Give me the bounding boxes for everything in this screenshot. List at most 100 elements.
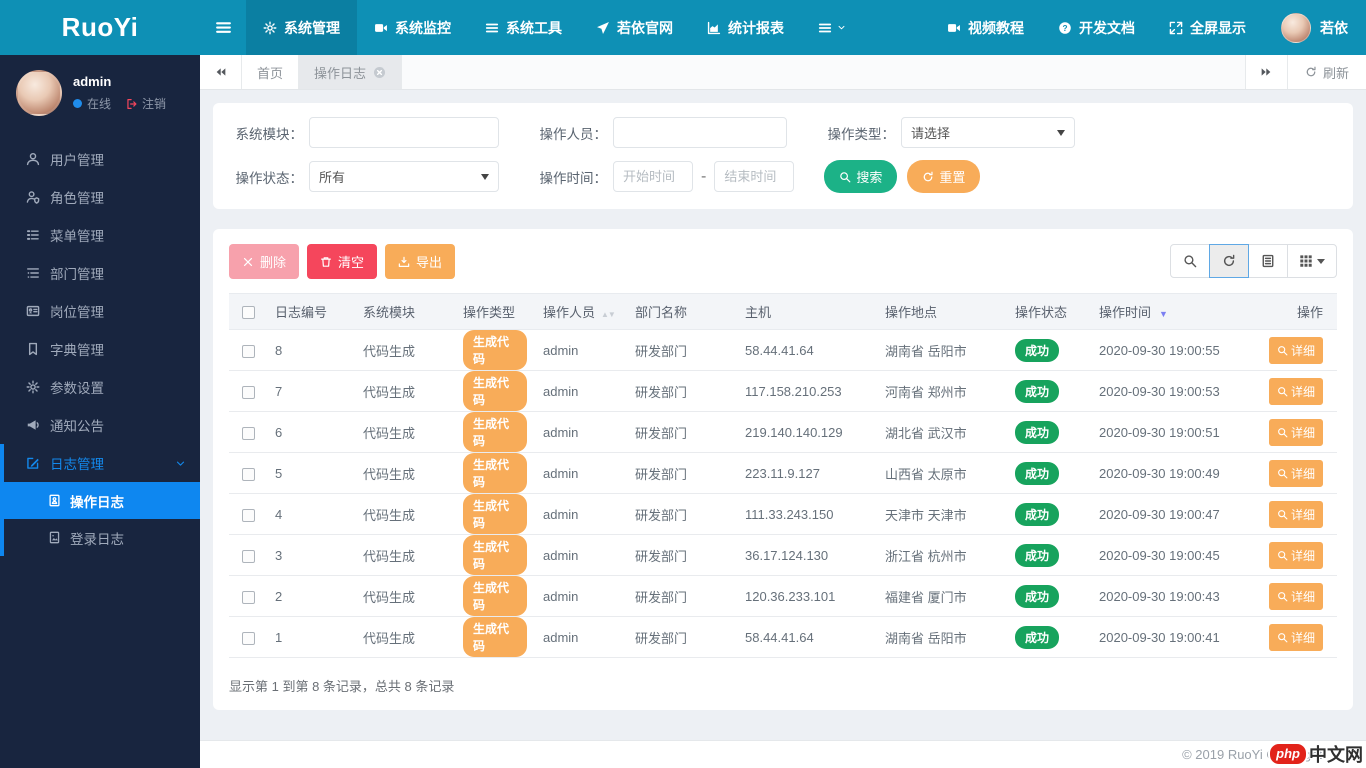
column-header-日志编号[interactable]: 日志编号: [267, 293, 355, 330]
table-row[interactable]: 8 代码生成 生成代码 admin 研发部门 58.44.41.64 湖南省 岳…: [229, 329, 1337, 371]
row-checkbox[interactable]: [241, 467, 255, 481]
column-header-操作类型[interactable]: 操作类型: [455, 293, 535, 330]
detail-button[interactable]: 详细: [1269, 336, 1323, 364]
table-row[interactable]: 3 代码生成 生成代码 admin 研发部门 36.17.124.130 浙江省…: [229, 534, 1337, 576]
columns-button[interactable]: [1287, 244, 1337, 278]
table-row[interactable]: 4 代码生成 生成代码 admin 研发部门 111.33.243.150 天津…: [229, 493, 1337, 535]
operator-input[interactable]: [613, 117, 787, 148]
cell-location: 浙江省 杭州市: [877, 534, 1007, 576]
table-row[interactable]: 2 代码生成 生成代码 admin 研发部门 120.36.233.101 福建…: [229, 575, 1337, 617]
sidebar-item-菜单管理[interactable]: 菜单管理: [0, 216, 200, 254]
export-button[interactable]: 导出: [385, 244, 456, 279]
avatar[interactable]: [1281, 12, 1311, 43]
sidebar-item-部门管理[interactable]: 部门管理: [0, 254, 200, 292]
start-time-input[interactable]: [613, 161, 693, 192]
tab-home[interactable]: 首页: [242, 55, 300, 89]
column-header-主机[interactable]: 主机: [737, 293, 877, 330]
cell-host: 117.158.210.253: [737, 370, 877, 412]
column-header-系统模块[interactable]: 系统模块: [355, 293, 455, 330]
detail-button[interactable]: 详细: [1269, 418, 1323, 446]
sidebar-item-登录日志[interactable]: 登录日志: [4, 519, 200, 556]
operator-label: 操作人员：: [539, 126, 608, 142]
php-logo: php: [1268, 742, 1308, 766]
cell-log-id: 8: [267, 329, 355, 371]
sidebar-item-角色管理[interactable]: 角色管理: [0, 178, 200, 216]
detail-button[interactable]: 详细: [1269, 541, 1323, 569]
sort-desc-icon[interactable]: ▼: [1159, 309, 1168, 319]
nav-item-统计报表[interactable]: 统计报表: [690, 0, 801, 55]
cell-dept: 研发部门: [627, 370, 737, 412]
column-header-操作地点[interactable]: 操作地点: [877, 293, 1007, 330]
column-header-操作[interactable]: 操作: [1261, 293, 1337, 330]
status-badge: 成功: [1015, 461, 1060, 485]
row-checkbox[interactable]: [241, 385, 255, 399]
row-checkbox[interactable]: [241, 631, 255, 645]
reset-button[interactable]: 重置: [907, 160, 981, 193]
row-checkbox[interactable]: [241, 549, 255, 563]
end-time-input[interactable]: [714, 161, 795, 192]
detail-button[interactable]: 详细: [1269, 459, 1323, 487]
column-header-操作人员[interactable]: 操作人员 ▲▼: [535, 293, 627, 330]
refresh-table-button[interactable]: [1209, 244, 1249, 278]
dict-icon: [26, 342, 40, 356]
row-checkbox[interactable]: [241, 344, 255, 358]
sidebar-item-字典管理[interactable]: 字典管理: [0, 330, 200, 368]
search-icon: [1277, 591, 1288, 602]
tab-operation-log[interactable]: 操作日志: [299, 55, 403, 89]
sort-icon[interactable]: ▲▼: [601, 310, 616, 319]
cell-module: 代码生成: [355, 329, 455, 371]
show-search-button[interactable]: [1170, 244, 1210, 278]
tabs-scroll-right-button[interactable]: [1244, 55, 1287, 89]
cell-log-id: 5: [267, 452, 355, 494]
sidebar-item-岗位管理[interactable]: 岗位管理: [0, 292, 200, 330]
search-button[interactable]: 搜索: [824, 160, 898, 193]
detail-button[interactable]: 详细: [1269, 623, 1323, 651]
sidebar-toggle-button[interactable]: [200, 0, 246, 55]
detail-button[interactable]: 详细: [1269, 377, 1323, 405]
table-row[interactable]: 5 代码生成 生成代码 admin 研发部门 223.11.9.127 山西省 …: [229, 452, 1337, 494]
sidebar-item-通知公告[interactable]: 通知公告: [0, 406, 200, 444]
status-select[interactable]: 所有: [309, 161, 499, 192]
type-select[interactable]: 请选择: [901, 117, 1075, 148]
main-content: 系统模块： 操作人员： 操作类型： 请选择 操作状态： 所有 操作时间： 开始时…: [200, 90, 1366, 740]
table-row[interactable]: 6 代码生成 生成代码 admin 研发部门 219.140.140.129 湖…: [229, 411, 1337, 453]
delete-button[interactable]: 删除: [229, 244, 300, 279]
nav-item-开发文档[interactable]: ? 开发文档: [1041, 0, 1152, 55]
nav-item-系统监控[interactable]: 系统监控: [357, 0, 468, 55]
column-header-操作状态[interactable]: 操作状态: [1007, 293, 1091, 330]
row-checkbox[interactable]: [241, 426, 255, 440]
clear-button[interactable]: 清空: [307, 244, 378, 279]
nav-item-系统管理[interactable]: 系统管理: [246, 0, 357, 55]
nav-item-系统工具[interactable]: 系统工具: [468, 0, 579, 55]
sidebar-item-操作日志[interactable]: 操作日志: [4, 482, 200, 519]
column-header-操作时间[interactable]: 操作时间 ▼: [1091, 293, 1261, 330]
avatar[interactable]: [16, 70, 62, 116]
type-badge: 生成代码: [463, 371, 527, 411]
select-all-checkbox[interactable]: [241, 306, 255, 320]
module-input[interactable]: [309, 117, 499, 148]
sidebar-item-用户管理[interactable]: 用户管理: [0, 140, 200, 178]
detail-button[interactable]: 详细: [1269, 582, 1323, 610]
notice-icon: [26, 418, 40, 432]
table-row[interactable]: 7 代码生成 生成代码 admin 研发部门 117.158.210.253 河…: [229, 370, 1337, 412]
nav-more-menu[interactable]: [801, 0, 863, 55]
nav-item-若依官网[interactable]: 若依官网: [579, 0, 690, 55]
table-row[interactable]: 1 代码生成 生成代码 admin 研发部门 58.44.41.64 湖南省 岳…: [229, 616, 1337, 658]
sidebar-item-参数设置[interactable]: 参数设置: [0, 368, 200, 406]
logout-link[interactable]: 注销: [126, 95, 166, 112]
toggle-view-button[interactable]: [1248, 244, 1288, 278]
tabs-scroll-left-button[interactable]: [200, 55, 242, 89]
column-header-部门名称[interactable]: 部门名称: [627, 293, 737, 330]
nav-item-全屏显示[interactable]: 全屏显示: [1152, 0, 1263, 55]
cell-log-id: 2: [267, 575, 355, 617]
detail-button[interactable]: 详细: [1269, 500, 1323, 528]
question-icon: ?: [1058, 21, 1072, 35]
sidebar-item-日志管理[interactable]: 日志管理: [4, 444, 200, 482]
nav-item-视频教程[interactable]: 视频教程: [930, 0, 1041, 55]
close-icon[interactable]: [373, 66, 386, 79]
row-checkbox[interactable]: [241, 508, 255, 522]
cell-operator: admin: [535, 534, 627, 576]
refresh-tab-button[interactable]: 刷新: [1286, 55, 1366, 89]
row-checkbox[interactable]: [241, 590, 255, 604]
nav-user-menu[interactable]: 若依: [1320, 0, 1366, 55]
